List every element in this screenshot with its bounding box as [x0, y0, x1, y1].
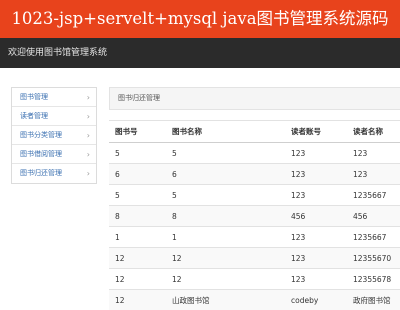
- cell-reader-name: 1235667: [347, 184, 400, 206]
- sidebar-item-borrow-management[interactable]: 图书借阅管理 ›: [12, 145, 96, 164]
- table-row: 12 12 123 12355670: [109, 247, 400, 269]
- sidebar-item-return-management[interactable]: 图书归还管理 ›: [12, 164, 96, 183]
- table-header-row: 图书号 图书名称 读者账号 读者名称: [109, 120, 400, 143]
- cell-book-id: 12: [109, 289, 166, 310]
- column-header-reader-name: 读者名称: [347, 120, 400, 143]
- cell-book-id: 12: [109, 247, 166, 269]
- sidebar-nav: 图书管理 › 读者管理 › 图书分类管理 › 图书借阅管理 › 图书归还管理 ›: [11, 87, 97, 184]
- cell-reader-account: 123: [285, 163, 347, 185]
- cell-reader-account: 123: [285, 268, 347, 290]
- app-title-bar: 欢迎使用图书馆管理系统: [0, 38, 400, 68]
- cell-book-id: 6: [109, 163, 166, 185]
- cell-book-id: 5: [109, 142, 166, 164]
- sidebar-item-label: 图书分类管理: [20, 131, 62, 139]
- chevron-right-icon: ›: [86, 131, 90, 140]
- app-title: 欢迎使用图书馆管理系统: [8, 48, 108, 58]
- chevron-right-icon: ›: [86, 150, 90, 159]
- breadcrumb: 图书归还管理: [109, 87, 400, 110]
- column-header-reader-account: 读者账号: [285, 120, 347, 143]
- sidebar-item-reader-management[interactable]: 读者管理 ›: [12, 107, 96, 126]
- cell-reader-name: 123: [347, 163, 400, 185]
- table-row: 12 山政图书馆 codeby 政府图书馆: [109, 289, 400, 310]
- cell-book-id: 8: [109, 205, 166, 227]
- book-return-table: 图书号 图书名称 读者账号 读者名称 5 5 123 123 6 6 123 1…: [109, 120, 400, 310]
- sidebar-item-label: 图书管理: [20, 93, 48, 101]
- cell-book-name: 山政图书馆: [166, 289, 285, 310]
- cell-book-id: 12: [109, 268, 166, 290]
- sidebar-item-label: 读者管理: [20, 112, 48, 120]
- main-content: 图书归还管理 图书号 图书名称 读者账号 读者名称 5 5 123 123 6 …: [109, 87, 400, 310]
- sidebar-item-label: 图书借阅管理: [20, 150, 62, 158]
- cell-book-name: 12: [166, 268, 285, 290]
- sidebar-item-book-management[interactable]: 图书管理 ›: [12, 88, 96, 107]
- table-row: 6 6 123 123: [109, 163, 400, 185]
- cell-reader-account: codeby: [285, 289, 347, 310]
- table-row: 1 1 123 1235667: [109, 226, 400, 248]
- cell-reader-account: 123: [285, 184, 347, 206]
- cell-reader-account: 123: [285, 142, 347, 164]
- promo-banner: 1023-jsp+servelt+mysql java图书管理系统源码: [0, 0, 400, 38]
- cell-reader-name: 12355670: [347, 247, 400, 269]
- cell-reader-name: 456: [347, 205, 400, 227]
- chevron-right-icon: ›: [86, 112, 90, 121]
- cell-reader-account: 123: [285, 226, 347, 248]
- cell-reader-name: 123: [347, 142, 400, 164]
- cell-reader-account: 456: [285, 205, 347, 227]
- cell-book-name: 6: [166, 163, 285, 185]
- cell-book-name: 8: [166, 205, 285, 227]
- cell-reader-account: 123: [285, 247, 347, 269]
- column-header-book-id: 图书号: [109, 120, 166, 143]
- cell-reader-name: 政府图书馆: [347, 289, 400, 310]
- cell-book-name: 12: [166, 247, 285, 269]
- table-row: 8 8 456 456: [109, 205, 400, 227]
- cell-book-id: 1: [109, 226, 166, 248]
- table-row: 5 5 123 1235667: [109, 184, 400, 206]
- chevron-right-icon: ›: [86, 169, 90, 178]
- table-row: 5 5 123 123: [109, 142, 400, 164]
- cell-reader-name: 12355678: [347, 268, 400, 290]
- breadcrumb-label: 图书归还管理: [118, 94, 160, 102]
- cell-book-name: 1: [166, 226, 285, 248]
- cell-reader-name: 1235667: [347, 226, 400, 248]
- cell-book-id: 5: [109, 184, 166, 206]
- column-header-book-name: 图书名称: [166, 120, 285, 143]
- sidebar-item-label: 图书归还管理: [20, 169, 62, 177]
- chevron-right-icon: ›: [86, 93, 90, 102]
- sidebar-item-category-management[interactable]: 图书分类管理 ›: [12, 126, 96, 145]
- cell-book-name: 5: [166, 142, 285, 164]
- cell-book-name: 5: [166, 184, 285, 206]
- table-row: 12 12 123 12355678: [109, 268, 400, 290]
